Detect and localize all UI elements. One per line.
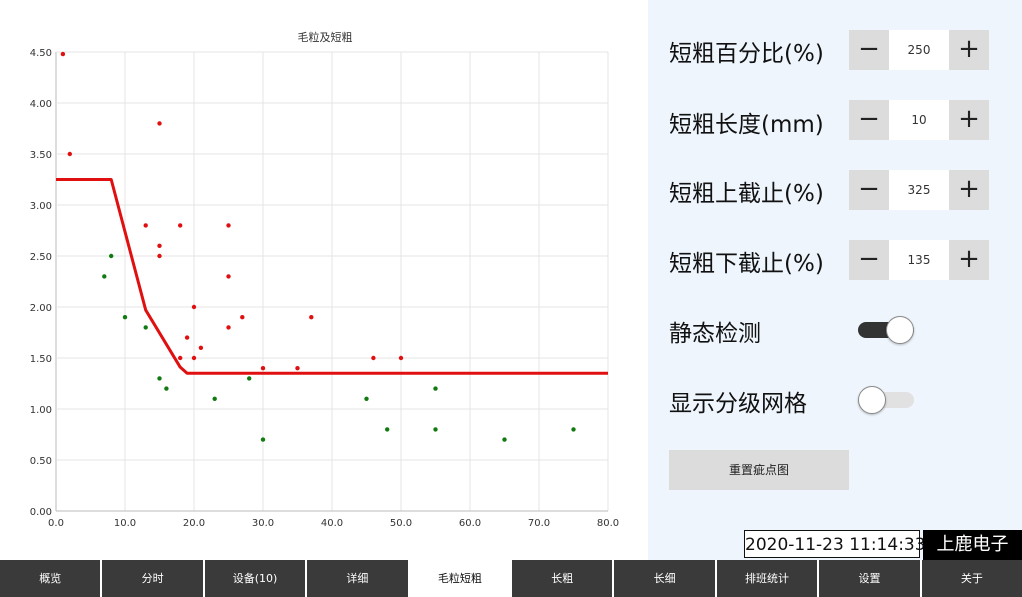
y-tick-label: 1.50 [30, 354, 52, 365]
setting-label-show-grade-grid: 显示分级网格 [669, 391, 807, 417]
tab-long-thick[interactable]: 长粗 [512, 560, 615, 597]
y-tick-label: 2.50 [30, 252, 52, 263]
chart-title: 毛粒及短粗 [298, 30, 353, 44]
show-grade-grid-toggle[interactable] [858, 385, 914, 415]
data-point [226, 223, 231, 228]
reset-defect-chart-button[interactable]: 重置疵点图 [669, 450, 849, 490]
tab-overview[interactable]: 概览 [0, 560, 103, 597]
y-tick-label: 0.00 [30, 507, 52, 518]
x-tick-label: 40.0 [321, 518, 343, 529]
data-point [157, 253, 162, 259]
x-tick-label: 30.0 [252, 518, 274, 529]
tab-settings[interactable]: 设置 [819, 560, 922, 597]
y-tick-label: 3.00 [30, 201, 52, 212]
data-point [198, 345, 204, 350]
x-tick-label: 10.0 [114, 518, 136, 529]
data-point [226, 274, 231, 279]
data-point [184, 335, 190, 340]
data-point [178, 355, 183, 361]
upper-cutoff-stepper: − 325 + [849, 170, 989, 210]
bottom-tab-bar: 概览 分时 设备(10) 详细 毛粒短粗 长粗 长细 排班统计 设置 关于 [0, 560, 1022, 597]
tab-neps-short-thick[interactable]: 毛粒短粗 [409, 560, 513, 597]
setting-label-upper-cutoff: 短粗上截止(%) [669, 181, 824, 207]
data-point [260, 366, 266, 371]
x-tick-label: 60.0 [459, 518, 481, 529]
data-point [164, 386, 169, 391]
settings-panel: 短粗百分比(%) − 250 + 短粗长度(mm) − 10 + 短粗上截止(%… [648, 0, 1022, 560]
static-detection-toggle[interactable] [858, 315, 914, 345]
short-thick-percent-stepper: − 250 + [849, 30, 989, 70]
data-point [178, 223, 183, 228]
lower-cutoff-stepper: − 135 + [849, 240, 989, 280]
lower-cutoff-value[interactable]: 135 [889, 240, 949, 280]
tab-shift-stats[interactable]: 排班统计 [717, 560, 820, 597]
y-tick-label: 0.50 [30, 456, 52, 467]
tab-hourly[interactable]: 分时 [102, 560, 205, 597]
toggle-knob [886, 316, 914, 344]
increment-button[interactable]: + [949, 30, 989, 70]
increment-button[interactable]: + [949, 100, 989, 140]
setting-label-lower-cutoff: 短粗下截止(%) [669, 251, 824, 277]
brand-label: 上鹿电子 [923, 530, 1022, 560]
scatter-chart: 毛粒及短粗 0.0 10.0 20.0 30.0 40.0 50.0 60.0 70.0 80.… [30, 30, 619, 529]
data-point [364, 396, 369, 401]
short-thick-percent-value[interactable]: 250 [889, 30, 949, 70]
x-tick-label: 20.0 [183, 518, 205, 529]
y-tick-label: 2.00 [30, 303, 52, 314]
y-tick-label: 3.50 [30, 150, 52, 161]
data-point [295, 366, 300, 371]
x-tick-label: 0.0 [48, 518, 64, 529]
data-point [226, 325, 231, 330]
setting-label-static-detection: 静态检测 [669, 321, 761, 347]
data-point [247, 376, 252, 381]
data-point [385, 427, 390, 432]
y-tick-label: 4.00 [30, 99, 52, 110]
chart-area: 毛粒及短粗 0.0 10.0 20.0 30.0 40.0 50.0 60.0 70.0 80.… [0, 0, 648, 560]
data-point [371, 355, 376, 361]
x-tick-label: 50.0 [390, 518, 412, 529]
setting-label-short-thick-percent: 短粗百分比(%) [669, 41, 824, 67]
short-thick-length-stepper: − 10 + [849, 100, 989, 140]
short-thick-length-value[interactable]: 10 [889, 100, 949, 140]
increment-button[interactable]: + [949, 240, 989, 280]
upper-cutoff-value[interactable]: 325 [889, 170, 949, 210]
data-point [157, 121, 162, 126]
data-point [102, 274, 107, 279]
data-point [212, 396, 217, 401]
data-point [157, 243, 162, 248]
data-point [571, 427, 576, 432]
decrement-button[interactable]: − [849, 170, 889, 210]
decrement-button[interactable]: − [849, 100, 889, 140]
data-point [309, 315, 314, 320]
data-point [191, 304, 197, 310]
y-tick-label: 4.50 [30, 48, 52, 59]
increment-button[interactable]: + [949, 170, 989, 210]
decrement-button[interactable]: − [849, 240, 889, 280]
data-point [67, 151, 73, 157]
data-point [122, 315, 128, 320]
data-point [240, 315, 245, 320]
tab-about[interactable]: 关于 [922, 560, 1022, 597]
data-point [433, 427, 438, 432]
data-point [143, 223, 148, 228]
data-point [157, 376, 162, 381]
tab-long-thin[interactable]: 长细 [614, 560, 717, 597]
tab-devices[interactable]: 设备(10) [205, 560, 308, 597]
tab-details[interactable]: 详细 [307, 560, 410, 597]
data-point [191, 355, 197, 361]
data-point [109, 253, 114, 259]
data-point [260, 437, 266, 442]
data-point [60, 51, 66, 57]
data-point [433, 386, 438, 391]
setting-label-short-thick-length: 短粗长度(mm) [669, 112, 824, 138]
decrement-button[interactable]: − [849, 30, 889, 70]
y-tick-label: 1.00 [30, 405, 52, 416]
toggle-knob [858, 386, 886, 414]
datetime-display: 2020-11-23 11:14:33 [744, 530, 926, 558]
data-point [502, 437, 507, 442]
x-tick-label: 80.0 [597, 518, 619, 529]
data-point [143, 325, 148, 330]
x-tick-label: 70.0 [528, 518, 550, 529]
data-point [398, 355, 404, 361]
